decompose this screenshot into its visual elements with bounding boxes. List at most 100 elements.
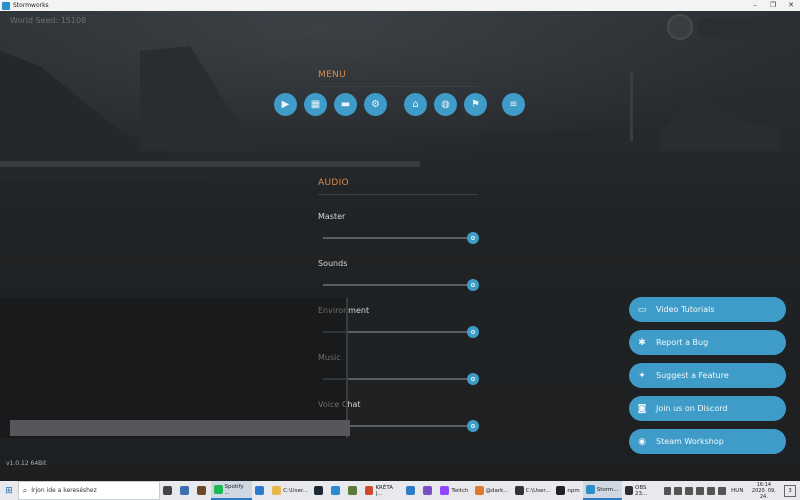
slider-thumb-icon xyxy=(471,424,475,428)
flag-button[interactable]: ⚑ xyxy=(464,93,487,116)
overlay-divider xyxy=(346,298,348,438)
tray-battery-icon[interactable] xyxy=(717,486,726,495)
taskbar-search-box[interactable]: ⌕ Írjon ide a kereséshez xyxy=(17,481,161,500)
report-a-bug-button[interactable]: ✱ Report a Bug xyxy=(629,330,786,355)
slider-thumb-icon xyxy=(471,283,475,287)
taskbar-app-9[interactable]: KRÉTA |... xyxy=(362,481,403,500)
profile-emblem-icon xyxy=(667,14,693,40)
taskbar-app-icon xyxy=(347,486,357,495)
steam-workshop-button[interactable]: ◉ Steam Workshop xyxy=(629,429,786,454)
taskbar-app-3[interactable]: Spotify ... xyxy=(211,481,253,500)
slider-thumb[interactable] xyxy=(467,373,479,385)
help-button-label: Suggest a Feature xyxy=(656,371,729,380)
profile-pill xyxy=(697,18,787,38)
taskbar-app-icon xyxy=(180,486,190,495)
slider-track[interactable] xyxy=(323,284,473,286)
taskbar-app-4[interactable] xyxy=(252,481,269,500)
calendar-button[interactable]: ▦ xyxy=(304,93,327,116)
clock-date: 2020. 09. 24. xyxy=(751,487,776,500)
folder-button[interactable]: ▬ xyxy=(334,93,357,116)
slider-thumb-icon xyxy=(471,236,475,240)
join-us-on-discord-button[interactable]: ◙ Join us on Discord xyxy=(629,396,786,421)
list-button[interactable]: ≡ xyxy=(502,93,525,116)
tray-chevron-icon[interactable] xyxy=(663,486,672,495)
taskbar-app-0[interactable] xyxy=(160,481,177,500)
taskbar-app-14[interactable]: C:\User... xyxy=(512,481,554,500)
tray-mic-icon[interactable] xyxy=(696,486,704,495)
notification-center-button[interactable]: 3 xyxy=(784,484,797,497)
taskbar-app-icon xyxy=(214,485,223,494)
overlay-panel xyxy=(0,298,348,438)
taskbar-app-15[interactable]: npm xyxy=(553,481,582,500)
taskbar-app-icon xyxy=(556,486,566,495)
input-language[interactable]: HUN xyxy=(731,488,743,494)
taskbar-app-icon xyxy=(624,486,633,495)
settings-button[interactable]: ⚙ xyxy=(364,93,387,116)
gear-icon: ⚙ xyxy=(371,99,380,110)
taskbar-app-icon xyxy=(255,486,265,495)
suggest-a-feature-button[interactable]: ✦ Suggest a Feature xyxy=(629,363,786,388)
taskbar-app-1[interactable] xyxy=(177,481,194,500)
system-tray: HUN 16:14 2020. 09. 24. 3 xyxy=(662,481,800,500)
volume-slider-1[interactable]: Sounds xyxy=(318,259,480,291)
slider-thumb[interactable] xyxy=(467,279,479,291)
loading-bar xyxy=(10,420,350,436)
taskbar-app-label: OBS 23... xyxy=(634,484,648,497)
taskbar-app-6[interactable] xyxy=(311,481,328,500)
taskbar-app-13[interactable]: @dark... xyxy=(472,481,512,500)
taskbar-app-16[interactable]: Storm... xyxy=(582,481,622,500)
shop-button[interactable]: ⌂ xyxy=(404,93,427,116)
window-title: Stormworks xyxy=(13,2,49,9)
taskbar-app-label: C:\User... xyxy=(283,487,308,494)
taskbar-app-12[interactable]: Twitch xyxy=(437,481,471,500)
menu-divider xyxy=(318,86,478,87)
discord-icon: ◙ xyxy=(637,403,647,414)
start-button[interactable]: ⊞ xyxy=(0,481,18,500)
slider-track[interactable] xyxy=(323,237,473,239)
taskbar-app-5[interactable]: C:\User... xyxy=(269,481,311,500)
taskbar-app-label: Twitch xyxy=(451,487,469,494)
close-button[interactable]: ✕ xyxy=(782,0,800,11)
taskbar-clock[interactable]: 16:14 2020. 09. 24. xyxy=(747,482,780,500)
taskbar-app-11[interactable] xyxy=(420,481,437,500)
slider-thumb[interactable] xyxy=(467,326,479,338)
taskbar-app-2[interactable] xyxy=(194,481,211,500)
tray-app-icon[interactable] xyxy=(674,486,683,495)
taskbar-app-icon xyxy=(474,486,484,495)
minimize-button[interactable]: – xyxy=(746,0,764,11)
play-button[interactable]: ▶ xyxy=(274,93,297,116)
window-title-bar: Stormworks – ❐ ✕ xyxy=(0,0,800,11)
taskbar-app-icon xyxy=(364,486,374,495)
help-button-label: Report a Bug xyxy=(656,338,709,347)
taskbar-app-10[interactable] xyxy=(403,481,420,500)
player-profile-widget xyxy=(667,14,787,42)
video-tutorials-button[interactable]: ▭ Video Tutorials xyxy=(629,297,786,322)
slider-thumb[interactable] xyxy=(467,420,479,432)
workshop-button[interactable]: ◍ xyxy=(434,93,457,116)
taskbar-app-icon xyxy=(313,486,323,495)
help-button-label: Video Tutorials xyxy=(656,305,715,314)
taskbar-app-icon xyxy=(272,486,282,495)
play-icon: ▶ xyxy=(281,99,290,110)
world-seed-label: World Seed: 15108 xyxy=(10,16,87,25)
stormworks-app-icon xyxy=(2,1,10,10)
steam-icon: ◉ xyxy=(638,436,646,447)
taskbar-app-8[interactable] xyxy=(345,481,362,500)
volume-slider-0[interactable]: Master xyxy=(318,212,480,244)
taskbar-app-7[interactable] xyxy=(328,481,345,500)
taskbar-app-label: npm xyxy=(567,487,580,494)
help-button-label: Join us on Discord xyxy=(656,404,728,413)
tray-network-icon[interactable] xyxy=(685,486,694,495)
monitor-icon: ▭ xyxy=(637,304,647,315)
slider-thumb-icon xyxy=(471,377,475,381)
audio-divider xyxy=(318,194,478,195)
maximize-button[interactable]: ❐ xyxy=(764,0,782,11)
calendar-icon: ▦ xyxy=(310,99,321,110)
tray-volume-icon[interactable] xyxy=(706,486,715,495)
slider-thumb[interactable] xyxy=(467,232,479,244)
globe-icon: ◍ xyxy=(441,99,450,110)
taskbar-app-17[interactable]: OBS 23... xyxy=(622,481,662,500)
taskbar-app-icon xyxy=(163,486,173,495)
audio-title: AUDIO xyxy=(318,178,349,188)
folder-icon: ▬ xyxy=(340,99,351,110)
